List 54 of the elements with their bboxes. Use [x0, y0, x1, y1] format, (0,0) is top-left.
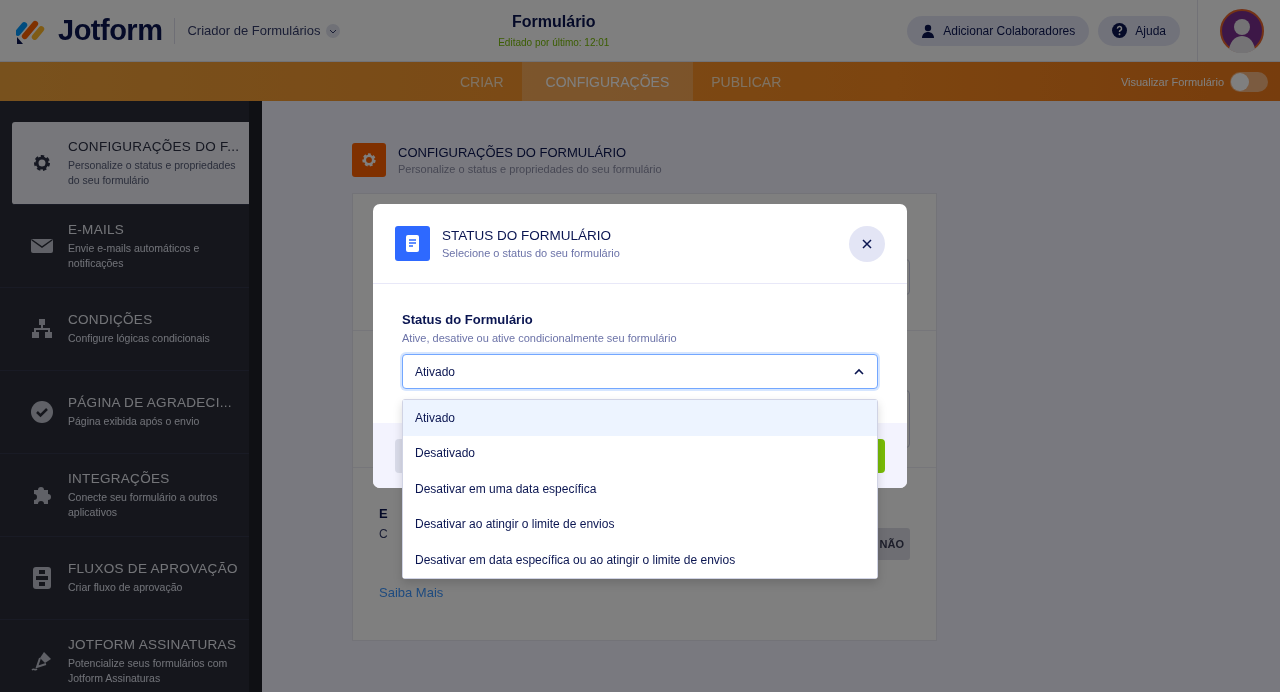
sidebar-item-title: PÁGINA DE AGRADECI...	[68, 395, 232, 410]
section-title: CONFIGURAÇÕES DO FORMULÁRIO	[398, 145, 628, 160]
dropdown-option[interactable]: Desativar ao atingir o limite de envios	[403, 506, 877, 542]
learn-more-link[interactable]: Saiba Mais	[379, 585, 444, 600]
sidebar-item-title: CONDIÇÕES	[68, 312, 154, 327]
sidebar-item-title: FLUXOS DE APROVAÇÃO	[68, 561, 237, 576]
logo-text: Jotform	[58, 14, 163, 47]
sidebar-item[interactable]: E-MAILS Envie e-mails automáticos e notificações	[0, 205, 249, 288]
sidebar-item[interactable]: FLUXOS DE APROVAÇÃO Criar fluxo de aprovação	[0, 537, 249, 620]
close-button[interactable]	[849, 225, 885, 262]
status-dropdown[interactable]: Ativado	[402, 354, 878, 389]
sidebar-item-title: INTEGRAÇÕES	[68, 470, 171, 486]
dropdown-option[interactable]: Desativar em data específica ou ao atingir o limite de envios	[403, 542, 877, 578]
field-label: Status do Formulário	[402, 312, 534, 327]
setting-title: E	[379, 506, 389, 521]
sidebar-item-description: Personalize o status e propriedades do seu formulário	[68, 157, 237, 188]
close-icon	[861, 237, 873, 250]
preview-label: Visualizar Formulário	[1120, 75, 1224, 88]
chevron-down-icon	[326, 23, 341, 38]
sidebar-item-title: CONFIGURAÇÕES DO F...	[68, 138, 237, 154]
check-icon	[30, 400, 54, 424]
sidebar-item[interactable]: JOTFORM ASSINATURAS Potencialize seus formulários com Jotform Assinaturas	[0, 620, 249, 692]
gear-icon	[352, 143, 386, 177]
field-hint: Ative, desative ou ative condicionalmente seu formulário	[402, 332, 678, 344]
sidebar-item-title: E-MAILS	[68, 221, 126, 237]
sidebar-item-description: Configure lógicas condicionais	[68, 331, 210, 346]
sidebar-item-description: Criar fluxo de aprovação	[68, 580, 184, 595]
dialog-subtitle: Selecione o status do seu formulário	[442, 247, 620, 259]
form-title: Formulário	[512, 13, 596, 31]
sidebar-item[interactable]: PÁGINA DE AGRADECI... Página exibida após o envio	[0, 371, 249, 454]
tree-icon	[30, 317, 54, 341]
last-edited: Editado por último: 12:01	[498, 37, 610, 48]
sidebar-item-description: Envie e-mails automáticos e notificações	[68, 240, 201, 271]
help-button[interactable]: Ajuda	[1098, 15, 1180, 46]
dropdown-option[interactable]: Ativado	[403, 400, 877, 436]
sidebar-item-description: Página exibida após o envio	[68, 414, 201, 429]
sidebar-item-description: Conecte seu formulário a outros aplicativos	[68, 489, 219, 520]
user-button[interactable]: Adicionar Colaboradores	[907, 15, 1090, 46]
sidebar-item-description: Potencialize seus formulários com Jotform Assinaturas	[68, 655, 229, 686]
app-switcher[interactable]: Criador de Formulários	[187, 23, 341, 38]
sidebar-item[interactable]: CONFIGURAÇÕES DO F... Personalize o status e propriedades do seu formulário	[12, 122, 249, 205]
help-icon	[1112, 23, 1128, 38]
sidebar-item[interactable]: INTEGRAÇÕES Conecte seu formulário a outros aplicativos	[0, 454, 249, 537]
dropdown-option[interactable]: Desativado	[403, 435, 877, 471]
sidebar-item[interactable]: CONDIÇÕES Configure lógicas condicionais	[0, 288, 249, 371]
dialog-title: STATUS DO FORMULÁRIO	[442, 228, 612, 243]
flow-icon	[30, 566, 54, 590]
pen-icon	[30, 649, 54, 673]
user-icon	[921, 23, 936, 38]
avatar[interactable]	[1220, 8, 1264, 53]
dropdown-option[interactable]: Desativar em uma data específica	[403, 471, 877, 507]
document-icon	[395, 226, 430, 261]
setting-description: C	[379, 527, 389, 541]
sidebar-item-title: JOTFORM ASSINATURAS	[68, 636, 237, 652]
